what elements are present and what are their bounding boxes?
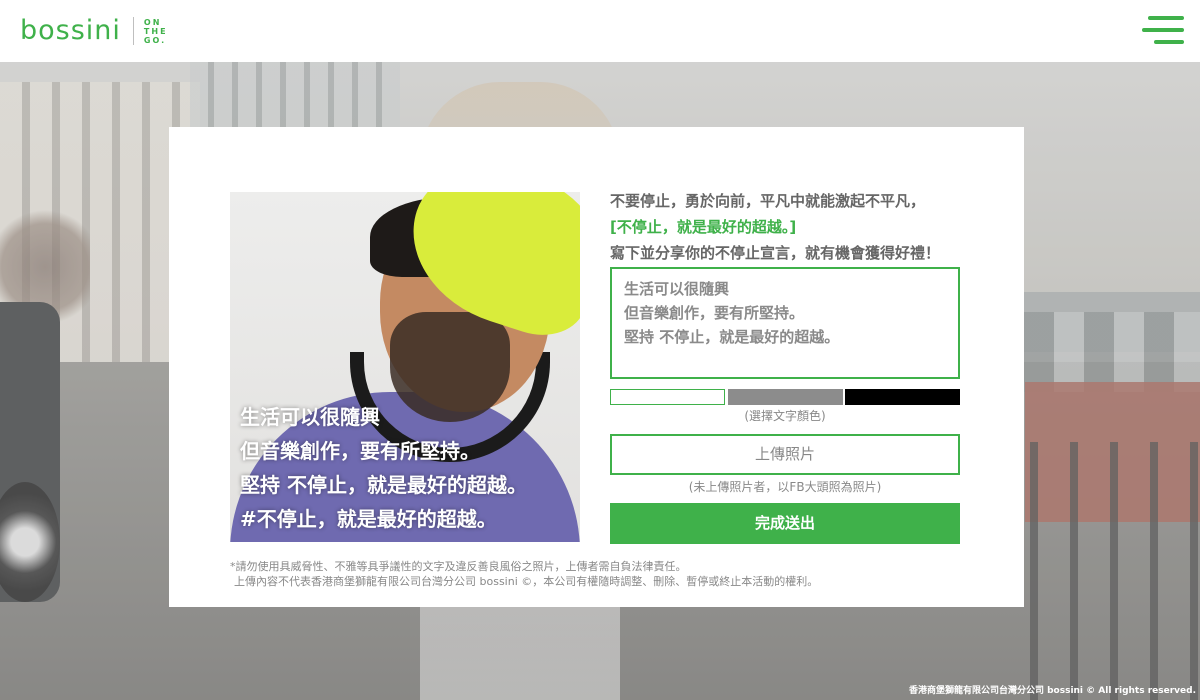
bossini-logo[interactable]: bossini ON THE GO. <box>20 16 168 46</box>
tagline-line-1: ON <box>143 17 162 27</box>
caption-hashtag: #不停止，就是最好的超越。 <box>240 507 497 531</box>
color-hint: (選擇文字顏色) <box>744 409 826 423</box>
site-header: bossini ON THE GO. <box>0 0 1200 62</box>
photo-caption: 生活可以很隨興 但音樂創作，要有所堅持。 堅持 不停止，就是最好的超越。 #不停… <box>240 400 527 536</box>
menu-line <box>1154 40 1184 44</box>
caption-line: 堅持 不停止，就是最好的超越。 <box>240 473 527 497</box>
hamburger-icon[interactable] <box>1142 16 1184 44</box>
caption-line: 生活可以很隨興 <box>240 405 380 429</box>
submit-button[interactable]: 完成送出 <box>610 503 960 544</box>
menu-line <box>1142 28 1184 32</box>
campaign-slogan: [不停止，就是最好的超越。] <box>610 218 797 236</box>
color-swatch-black[interactable] <box>845 389 960 405</box>
disclaimer-line: *請勿使用具威脅性、不雅等具爭議性的文字及違反善良風俗之照片，上傳者需自負法律責… <box>230 560 687 573</box>
pledge-form: 不要停止，勇於向前，平凡中就能激起不平凡， [不停止，就是最好的超越。] 寫下並… <box>610 188 960 544</box>
disclaimer: *請勿使用具威脅性、不雅等具爭議性的文字及違反善良風俗之照片，上傳者需自負法律責… <box>230 559 818 589</box>
disclaimer-line: 上傳內容不代表香港商堡獅龍有限公司台灣分公司 bossini ©，本公司有權隨時… <box>234 575 819 588</box>
declaration-textarea[interactable]: 生活可以很隨興 但音樂創作，要有所堅持。 堅持 不停止，就是最好的超越。 <box>610 267 960 379</box>
intro-text: 不要停止，勇於向前，平凡中就能激起不平凡， <box>610 192 926 210</box>
declaration-line: 生活可以很隨興 <box>624 280 730 298</box>
tagline-line-3: GO. <box>143 35 167 45</box>
footer-copyright: 香港商堡獅龍有限公司台灣分公司 bossini © All rights res… <box>908 686 1196 696</box>
intro-call-to-action: 寫下並分享你的不停止宣言，就有機會獲得好禮！ <box>610 244 941 262</box>
logo-divider <box>132 17 134 45</box>
logo-tagline: ON THE GO. <box>144 18 168 45</box>
menu-line <box>1148 16 1184 20</box>
declaration-line: 但音樂創作，要有所堅持。 <box>624 304 805 322</box>
upload-hint: (未上傳照片者，以FB大頭照為照片) <box>688 480 882 494</box>
text-color-picker <box>610 389 960 405</box>
logo-wordmark: bossini <box>20 15 121 46</box>
declaration-line: 堅持 不停止，就是最好的超越。 <box>624 328 840 346</box>
pledge-modal: 生活可以很隨興 但音樂創作，要有所堅持。 堅持 不停止，就是最好的超越。 #不停… <box>169 127 1024 607</box>
preview-photo: 生活可以很隨興 但音樂創作，要有所堅持。 堅持 不停止，就是最好的超越。 #不停… <box>230 192 580 542</box>
color-swatch-white[interactable] <box>610 389 725 405</box>
color-swatch-grey[interactable] <box>727 389 843 405</box>
tagline-line-2: THE <box>143 26 168 36</box>
caption-line: 但音樂創作，要有所堅持。 <box>240 439 480 463</box>
upload-photo-button[interactable]: 上傳照片 <box>610 434 960 475</box>
